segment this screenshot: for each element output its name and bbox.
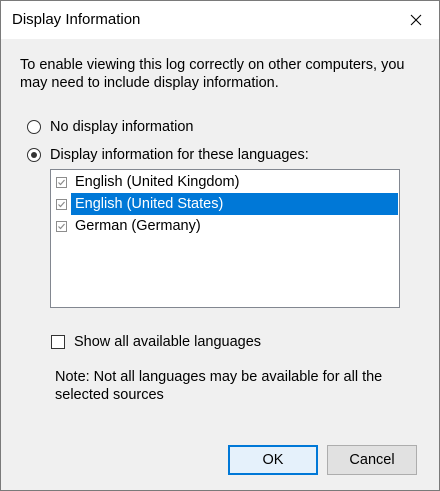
dialog-body: To enable viewing this log correctly on … (1, 39, 439, 490)
show-all-languages-label: Show all available languages (74, 334, 262, 350)
display-languages-radio[interactable]: Display information for these languages: (27, 147, 309, 163)
radio-unselected-icon[interactable] (27, 120, 41, 134)
intro-text: To enable viewing this log correctly on … (20, 57, 405, 91)
note-text: Note: Not all languages may be available… (55, 369, 383, 403)
checkbox-unchecked-icon[interactable] (51, 335, 65, 349)
window-title: Display Information (12, 11, 141, 28)
language-label: English (United States) (71, 193, 398, 215)
display-languages-label: Display information for these languages: (50, 147, 309, 163)
show-all-languages-checkbox[interactable]: Show all available languages (51, 334, 261, 350)
no-display-information-radio[interactable]: No display information (27, 119, 193, 135)
close-icon (410, 14, 422, 26)
language-item-de-de[interactable]: German (Germany) (52, 215, 398, 237)
checkbox-checked-icon[interactable] (56, 198, 67, 210)
checkbox-checked-icon[interactable] (56, 176, 67, 188)
languages-listbox[interactable]: English (United Kingdom) English (United… (50, 169, 400, 308)
language-item-en-us[interactable]: English (United States) (52, 193, 398, 215)
cancel-button[interactable]: Cancel (327, 445, 417, 475)
ok-button[interactable]: OK (228, 445, 318, 475)
title-bar[interactable]: Display Information (1, 1, 439, 39)
display-information-dialog: Display Information To enable viewing th… (0, 0, 440, 491)
language-label: German (Germany) (75, 218, 201, 234)
language-item-en-gb[interactable]: English (United Kingdom) (52, 171, 398, 193)
checkbox-checked-icon[interactable] (56, 220, 67, 232)
language-label: English (United Kingdom) (75, 174, 240, 190)
radio-selected-icon[interactable] (27, 148, 41, 162)
no-display-information-label: No display information (50, 119, 194, 135)
close-button[interactable] (393, 1, 439, 39)
